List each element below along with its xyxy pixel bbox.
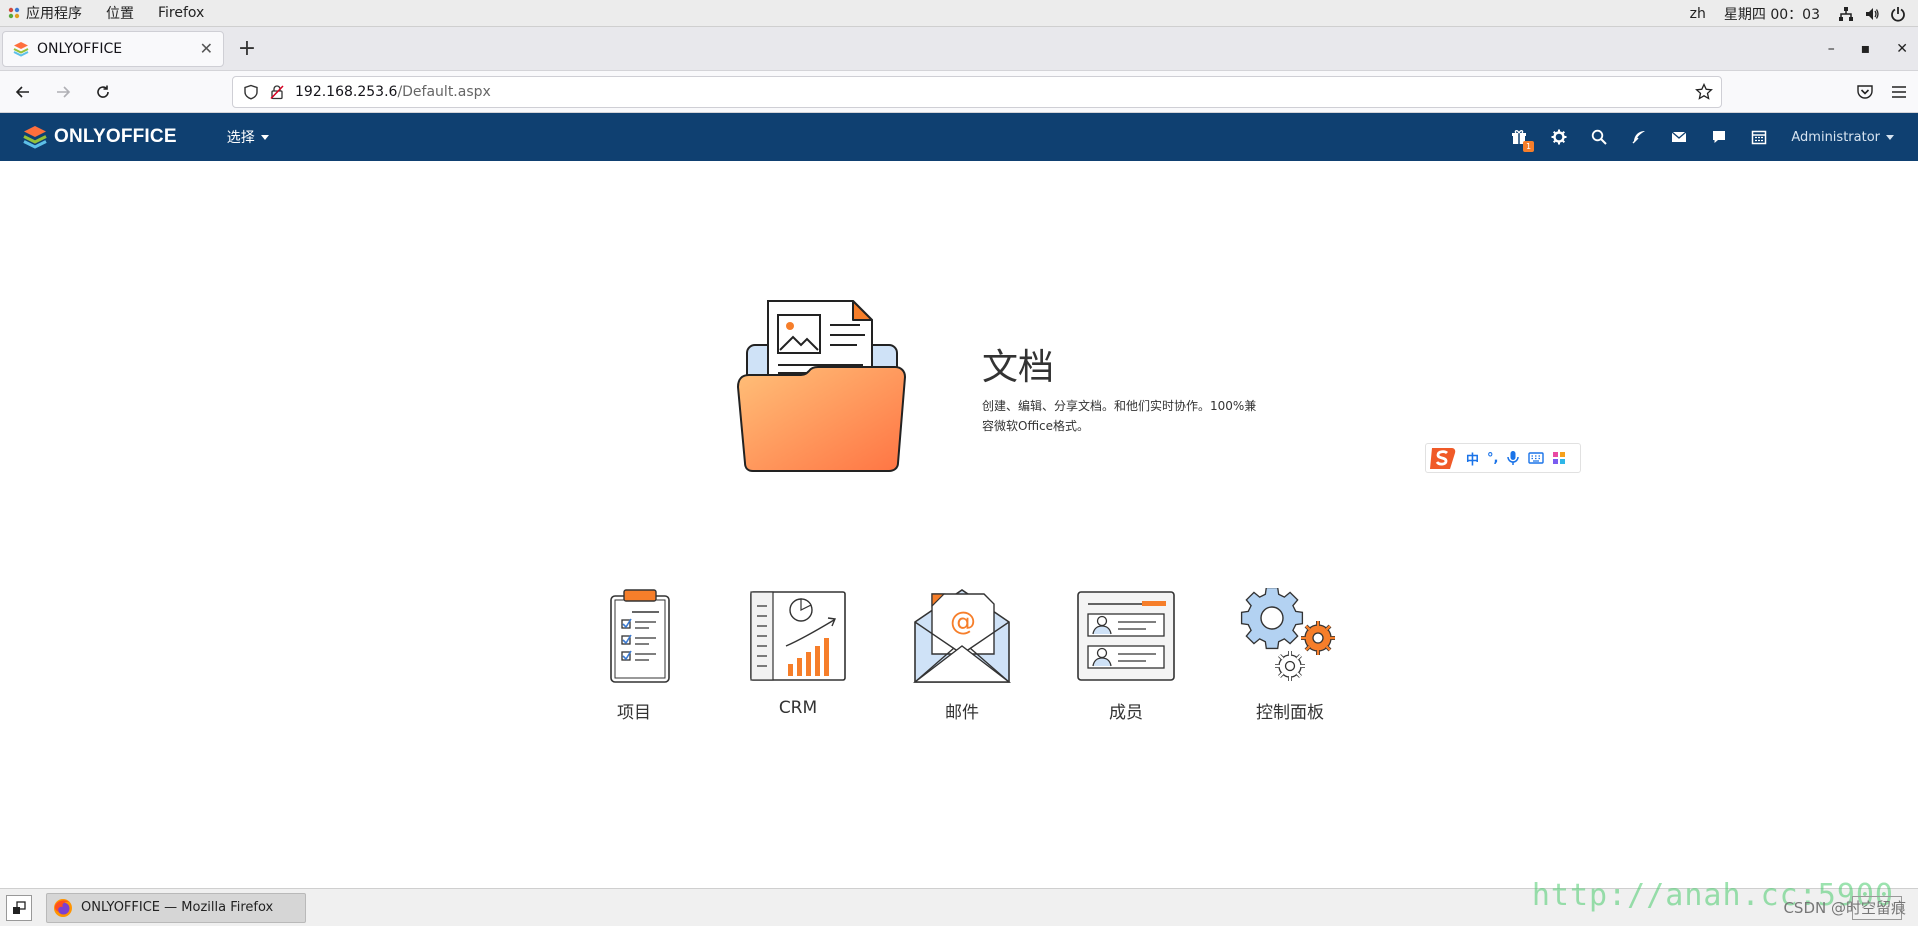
search-button[interactable] [1590,128,1608,146]
bookmark-star-icon[interactable] [1695,83,1713,101]
power-icon[interactable] [1890,6,1906,22]
input-language-indicator[interactable]: zh [1690,6,1706,22]
system-top-bar: 应用程序 位置 Firefox zh 星期四 00：03 [0,0,1918,27]
search-icon [1591,129,1607,145]
csdn-watermark: CSDN @时空留痕 [1783,899,1906,917]
hamburger-menu-icon[interactable] [1890,83,1908,101]
url-path: /Default.aspx [397,84,491,100]
reload-icon [97,85,109,98]
gift-button[interactable]: 1 [1510,128,1534,152]
module-select-dropdown[interactable]: 选择 [227,127,269,147]
gears-icon [1240,588,1335,681]
places-menu[interactable]: 位置 [106,3,134,23]
brand-name: ONLYOFFICE [54,126,177,147]
tab-title: ONLYOFFICE [37,40,123,57]
module-control-panel[interactable]: 控制面板 [1230,588,1350,723]
onlyoffice-header: ONLYOFFICE 选择 1 Administrator [0,113,1918,161]
feather-icon [1632,131,1645,144]
settings-button[interactable] [1550,128,1568,146]
browser-tab-onlyoffice[interactable]: ONLYOFFICE ✕ [2,30,224,67]
close-tab-icon[interactable]: ✕ [200,39,213,58]
url-bar[interactable]: 192.168.253.6/Default.aspx [232,76,1722,108]
gear-icon [1551,129,1567,145]
sogou-logo-icon[interactable] [1428,444,1458,472]
ime-punctuation-label[interactable]: °, [1487,451,1498,466]
clock[interactable]: 星期四 00：03 [1724,4,1820,24]
forward-button[interactable] [46,75,80,109]
gift-badge: 1 [1523,141,1534,152]
onlyoffice-logo-icon [23,126,47,149]
close-window-icon[interactable]: ✕ [1896,41,1908,57]
back-button[interactable] [6,75,40,109]
folder-with-document-icon [736,300,907,472]
network-icon[interactable] [1838,6,1854,22]
new-tab-button[interactable]: + [230,32,264,66]
reload-button[interactable] [86,75,120,109]
arrow-left-icon [15,85,29,98]
ime-mode-label[interactable]: 中 [1466,449,1479,468]
documents-illustration[interactable] [735,295,910,475]
svg-text:@: @ [950,607,976,637]
module-people[interactable]: 成员 [1066,588,1186,723]
module-label: CRM [778,698,818,718]
browser-tab-strip: ONLYOFFICE ✕ + – ▪ ✕ [0,27,1918,71]
feed-button[interactable] [1630,128,1648,146]
insecure-lock-icon[interactable] [269,84,285,100]
window-switch-icon [13,900,26,914]
hero-description: 创建、编辑、分享文档。和他们实时协作。100%兼容微软Office格式。 [982,399,1257,433]
calendar-icon [1751,130,1767,145]
maximize-window-icon[interactable]: ▪ [1861,41,1871,57]
chevron-down-icon [1886,134,1894,140]
taskbar-firefox-window[interactable]: ONLYOFFICE — Mozilla Firefox [46,892,306,923]
clipboard-checklist-icon [610,589,670,683]
pocket-icon[interactable] [1856,83,1874,101]
module-label: 项目 [617,703,651,723]
mail-button[interactable] [1670,128,1688,146]
keyboard-icon[interactable] [1528,451,1545,465]
module-mail[interactable]: @ 邮件 [902,588,1022,723]
taskbar-window-title: ONLYOFFICE — Mozilla Firefox [81,900,274,915]
user-name: Administrator [1791,129,1880,145]
applications-icon [8,7,20,19]
chevron-down-icon [260,134,269,140]
module-projects[interactable]: 项目 [574,588,694,723]
onlyoffice-favicon [13,41,29,57]
url-host: 192.168.253.6 [295,84,398,100]
contact-cards-icon [1077,591,1175,681]
arrow-right-icon [57,85,71,98]
active-app-menu[interactable]: Firefox [158,5,204,21]
firefox-icon [54,898,72,917]
applications-label: 应用程序 [26,6,82,22]
applications-menu[interactable]: 应用程序 [8,3,82,23]
envelope-icon [1671,131,1687,142]
volume-icon[interactable] [1864,6,1880,22]
module-label: 控制面板 [1256,703,1324,723]
ime-toolbar[interactable]: 中 °, [1425,443,1581,473]
chat-bubble-icon [1713,131,1725,143]
show-desktop-button[interactable] [6,894,32,921]
microphone-icon[interactable] [1506,450,1520,466]
envelope-at-icon: @ [912,589,1012,683]
select-label: 选择 [226,130,255,146]
minimize-window-icon[interactable]: – [1828,41,1835,57]
growth-chart-icon [750,591,846,681]
toolbox-grid-icon[interactable] [1552,451,1566,465]
onlyoffice-logo[interactable]: ONLYOFFICE [22,124,177,150]
module-crm[interactable]: CRM [738,588,858,718]
shield-icon[interactable] [243,84,259,100]
browser-nav-toolbar: 192.168.253.6/Default.aspx [0,71,1918,113]
user-menu[interactable]: Administrator [1791,113,1894,161]
talk-button[interactable] [1710,128,1728,146]
module-label: 邮件 [945,703,979,723]
hero-title[interactable]: 文档 [982,338,1054,390]
module-label: 成员 [1109,703,1143,723]
calendar-button[interactable] [1750,128,1768,146]
